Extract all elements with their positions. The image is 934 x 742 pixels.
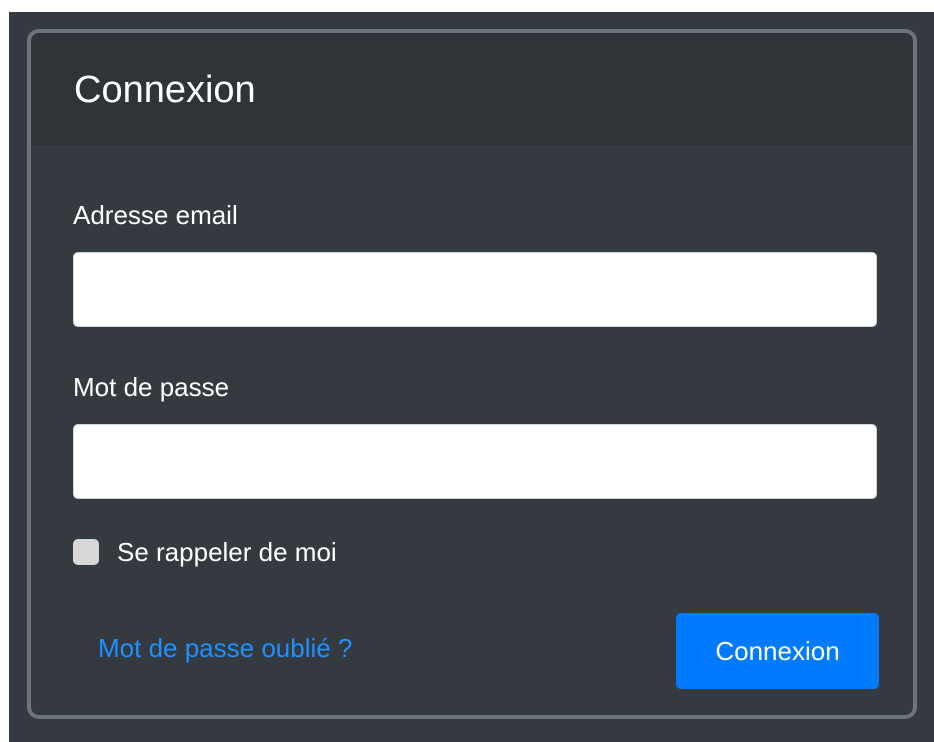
login-card: Connexion Adresse email Mot de passe Se … xyxy=(27,29,917,719)
password-label: Mot de passe xyxy=(73,372,230,402)
card-header: Connexion xyxy=(31,33,913,147)
email-label: Adresse email xyxy=(73,200,238,230)
password-field[interactable] xyxy=(73,424,877,499)
remember-me-label: Se rappeler de moi xyxy=(117,537,337,567)
card-title: Connexion xyxy=(74,68,256,111)
login-button[interactable]: Connexion xyxy=(676,613,879,689)
checkbox-icon[interactable] xyxy=(73,539,99,565)
email-field[interactable] xyxy=(73,252,877,327)
remember-me-checkbox[interactable]: Se rappeler de moi xyxy=(73,539,337,565)
forgot-password-link[interactable]: Mot de passe oublié ? xyxy=(98,635,352,661)
